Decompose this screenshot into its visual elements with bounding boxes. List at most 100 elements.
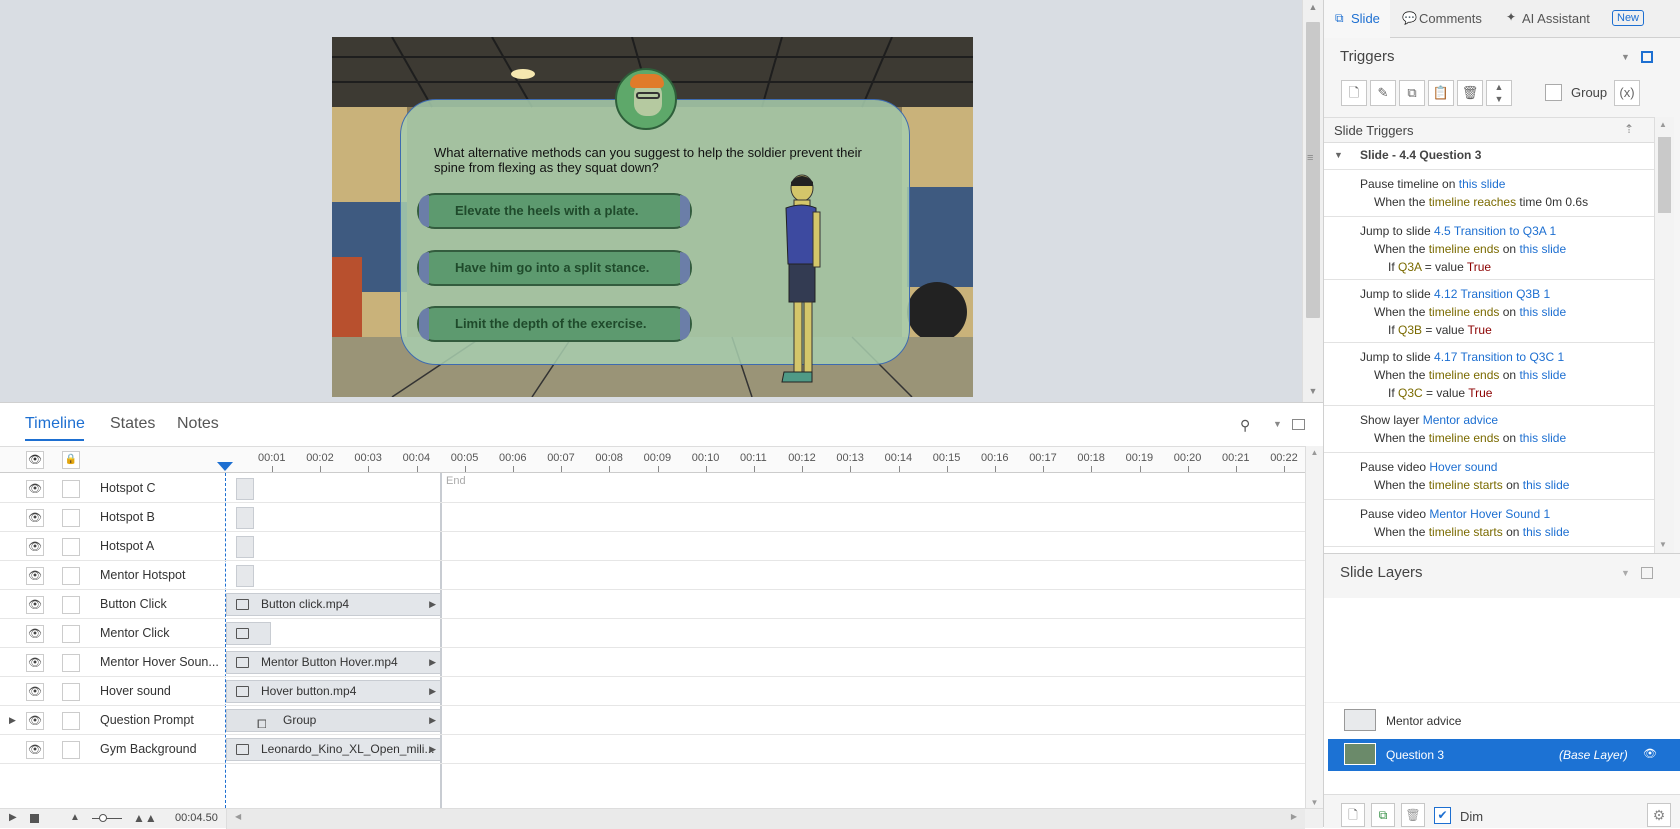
scroll-up-arrow[interactable]: ▲ [1306, 448, 1323, 457]
timeline-row[interactable]: 👁 Hover sound Hover button.mp4 ▶ [0, 677, 1305, 706]
trigger-event-link[interactable]: timeline reaches [1429, 195, 1516, 209]
visibility-eye-icon[interactable]: 👁 [26, 538, 44, 556]
visibility-eye-icon[interactable]: 👁 [26, 596, 44, 614]
layer-mentor-advice[interactable]: Mentor advice [1324, 702, 1680, 738]
trigger-event-link[interactable]: timeline ends [1429, 242, 1500, 256]
tab-slide[interactable]: ⧉ Slide [1324, 0, 1390, 38]
lock-checkbox[interactable] [62, 567, 80, 585]
tab-timeline[interactable]: Timeline [25, 415, 85, 433]
trigger-event-link[interactable]: timeline ends [1429, 368, 1500, 382]
lock-checkbox[interactable] [62, 480, 80, 498]
playhead-marker[interactable] [217, 462, 233, 471]
duplicate-layer-button[interactable]: ⧉ [1371, 803, 1395, 827]
visibility-eye-icon[interactable]: 👁 [26, 567, 44, 585]
delete-layer-button[interactable]: 🗑 [1401, 803, 1425, 827]
lock-checkbox[interactable] [62, 509, 80, 527]
lock-checkbox[interactable] [62, 654, 80, 672]
trigger-value[interactable]: True [1468, 323, 1492, 337]
trigger-target-link[interactable]: this slide [1459, 177, 1506, 191]
trigger-target-link[interactable]: Hover sound [1429, 460, 1497, 474]
trigger-value[interactable]: True [1468, 386, 1492, 400]
tab-states[interactable]: States [110, 415, 155, 433]
scroll-up-arrow[interactable]: ▲ [1303, 2, 1323, 12]
timeline-row[interactable]: 👁 Hotspot A [0, 532, 1305, 561]
zoom-slider-thumb[interactable] [99, 814, 107, 822]
tab-notes[interactable]: Notes [177, 415, 219, 433]
scroll-down-arrow[interactable]: ▼ [1303, 386, 1323, 396]
triggers-vscroll[interactable]: ▲ ▼ [1654, 117, 1674, 553]
stage-scrollbar[interactable]: ▲ ≡ ▼ [1302, 0, 1323, 402]
edit-trigger-button[interactable]: ✎ [1370, 80, 1396, 106]
tab-ai-assistant[interactable]: ✦ AI Assistant New [1506, 0, 1676, 38]
scroll-thumb[interactable] [1658, 137, 1671, 213]
dim-checkbox[interactable]: ✔ [1434, 807, 1451, 824]
delete-trigger-button[interactable]: 🗑 [1457, 80, 1483, 106]
scroll-right-arrow[interactable]: ▶ [1291, 812, 1297, 821]
visibility-eye-icon[interactable]: 👁 [26, 683, 44, 701]
timeline-vscroll[interactable]: ▲ ▼ [1305, 446, 1323, 816]
trigger-object-link[interactable]: this slide [1523, 525, 1570, 539]
lock-checkbox[interactable] [62, 712, 80, 730]
variables-button[interactable]: (x) [1614, 80, 1640, 106]
timeline-object-bar[interactable]: Hover button.mp4 ▶ [226, 680, 441, 703]
timeline-object-bar[interactable] [236, 478, 254, 500]
chevron-down-icon[interactable]: ▼ [1621, 52, 1630, 62]
visibility-eye-icon[interactable]: 👁 [26, 741, 44, 759]
timeline-hscroll[interactable]: ◀ ▶ [226, 809, 1305, 829]
timeline-row[interactable]: 👁 Mentor Hotspot [0, 561, 1305, 590]
trigger-time-value[interactable]: 0m 0.6s [1545, 195, 1588, 209]
new-layer-button[interactable]: 🗋 [1341, 803, 1365, 827]
trigger-item[interactable]: Jump to slide 4.12 Transition Q3B 1 When … [1324, 280, 1654, 343]
timeline-row[interactable]: ▶ 👁 Question Prompt ⧠ Group ▶ [0, 706, 1305, 735]
timeline-object-bar[interactable] [236, 565, 254, 587]
trigger-event-link[interactable]: timeline starts [1429, 478, 1503, 492]
tab-comments[interactable]: 💬 Comments [1402, 0, 1500, 38]
trigger-event-link[interactable]: timeline starts [1429, 525, 1503, 539]
trigger-item[interactable]: Show layer Mentor advice When the timelin… [1324, 406, 1654, 453]
timeline-object-bar[interactable]: ⧠ Group ▶ [226, 709, 441, 732]
answer-b-button[interactable]: Have him go into a split stance. [417, 250, 692, 286]
trigger-variable-link[interactable]: Q3B [1398, 323, 1422, 337]
eye-icon[interactable]: 👁 [1643, 747, 1657, 760]
timeline-object-bar[interactable]: Mentor Button Hover.mp4 ▶ [226, 651, 441, 674]
zoom-in-icon[interactable]: ▲▲ [133, 811, 157, 825]
trigger-object-link[interactable]: this slide [1519, 242, 1566, 256]
undock-icon[interactable] [1292, 419, 1305, 430]
undock-icon[interactable] [1641, 51, 1653, 63]
play-icon[interactable]: ▶ [9, 812, 17, 823]
visibility-eye-icon[interactable]: 👁 [26, 509, 44, 527]
mentor-avatar[interactable] [615, 68, 677, 130]
scroll-down-arrow[interactable]: ▼ [1659, 540, 1667, 549]
lock-checkbox[interactable] [62, 596, 80, 614]
copy-trigger-button[interactable]: ⧉ [1399, 80, 1425, 106]
lock-checkbox[interactable] [62, 741, 80, 759]
timeline-object-bar[interactable] [236, 507, 254, 529]
move-trigger-button[interactable]: ▲ ▼ [1486, 80, 1512, 106]
lock-checkbox[interactable] [62, 625, 80, 643]
timeline-object-bar[interactable]: Leonardo_Kino_XL_Open_mili... ▶ [226, 738, 441, 761]
timeline-row[interactable]: 👁 Mentor Hover Soun... Mentor Button Hover… [0, 648, 1305, 677]
slide-canvas[interactable]: What alternative methods can you suggest… [332, 37, 973, 397]
timeline-object-bar[interactable] [236, 536, 254, 558]
lock-checkbox[interactable] [62, 683, 80, 701]
trigger-variable-link[interactable]: Q3C [1398, 386, 1423, 400]
visibility-eye-icon[interactable]: 👁 [26, 654, 44, 672]
slide-trigger-group[interactable]: Slide - 4.4 Question 3 [1360, 148, 1481, 162]
timeline-row[interactable]: 👁 Hotspot B [0, 503, 1305, 532]
trigger-event-link[interactable]: timeline ends [1429, 431, 1500, 445]
zoom-out-icon[interactable]: ▲ [70, 812, 80, 823]
trigger-item[interactable]: Jump to slide 4.5 Transition to Q3A 1 Whe… [1324, 217, 1654, 280]
group-checkbox[interactable] [1545, 84, 1562, 101]
undock-icon[interactable] [1641, 567, 1653, 579]
trigger-target-link[interactable]: 4.5 Transition to Q3A 1 [1434, 224, 1556, 238]
expand-arrow-icon[interactable]: ▶ [9, 715, 16, 726]
trigger-object-link[interactable]: this slide [1519, 305, 1566, 319]
trigger-event-link[interactable]: timeline ends [1429, 305, 1500, 319]
trigger-object-link[interactable]: this slide [1519, 368, 1566, 382]
trigger-object-link[interactable]: this slide [1523, 478, 1570, 492]
answer-c-button[interactable]: Limit the depth of the exercise. [417, 306, 692, 342]
zoom-slider[interactable] [92, 818, 122, 819]
scroll-left-arrow[interactable]: ◀ [235, 812, 241, 821]
timeline-row[interactable]: 👁 Mentor Click [0, 619, 1305, 648]
stop-icon[interactable] [30, 814, 39, 823]
